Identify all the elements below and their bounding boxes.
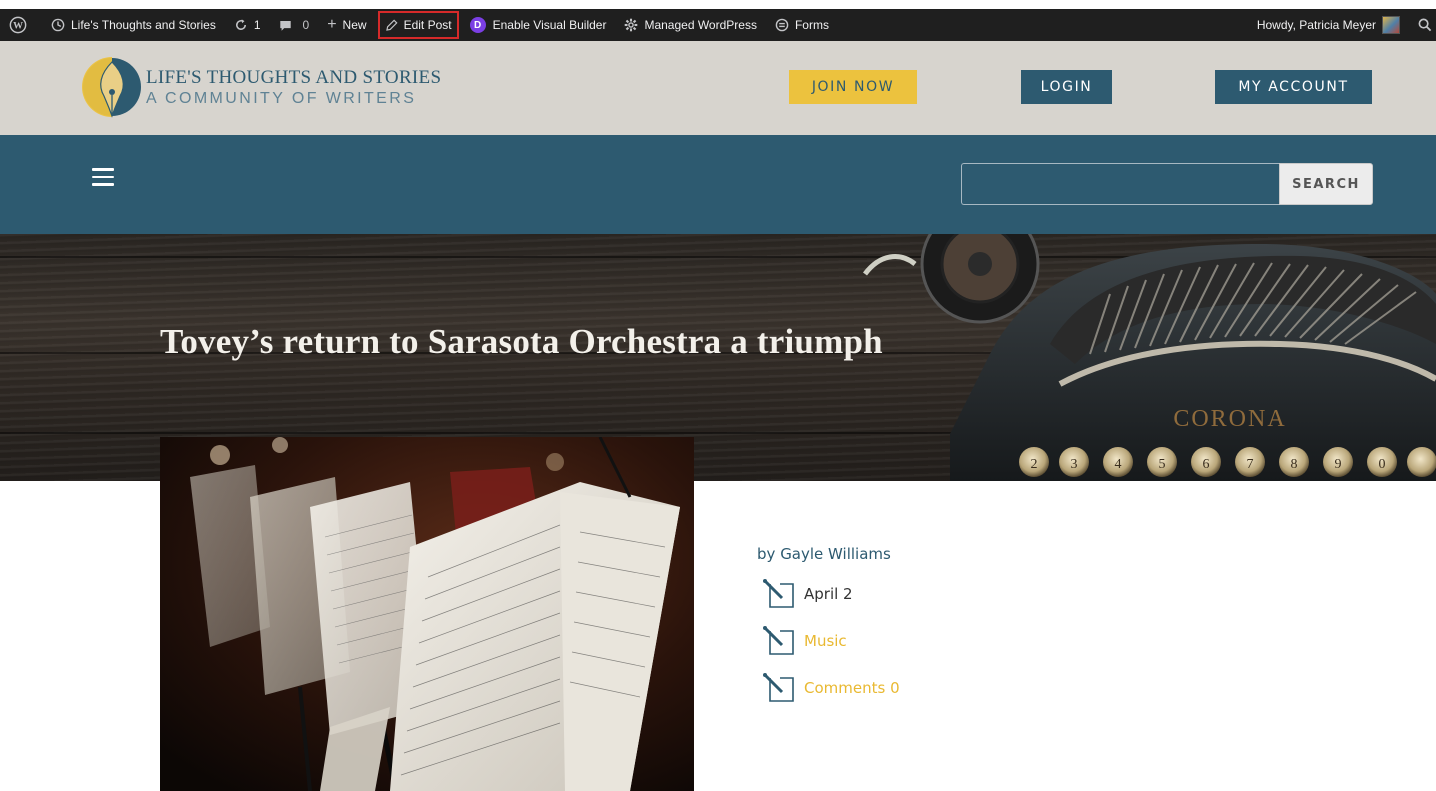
key-label: 8 [1291, 457, 1298, 472]
site-search: SEARCH [961, 163, 1373, 205]
main-nav-bar: SEARCH [0, 135, 1436, 234]
search-icon [1418, 18, 1432, 32]
edit-post-label: Edit Post [403, 18, 452, 32]
hamburger-menu-icon[interactable] [92, 168, 114, 186]
key-label: 0 [1379, 457, 1386, 472]
search-button[interactable]: SEARCH [1279, 163, 1373, 205]
new-content-menu[interactable]: + New [318, 9, 375, 41]
comment-bubble-icon [279, 19, 292, 32]
wordpress-logo-icon: W [9, 16, 27, 34]
site-header: LIFE'S THOUGHTS AND STORIES A COMMUNITY … [0, 41, 1436, 135]
plus-icon: + [327, 16, 337, 33]
key-label: 5 [1159, 457, 1166, 472]
key-label: 4 [1115, 457, 1122, 472]
author-link[interactable]: Gayle Williams [780, 545, 891, 563]
join-now-button[interactable]: JOIN NOW [789, 70, 917, 104]
login-button[interactable]: LOGIN [1021, 70, 1112, 104]
my-account-button[interactable]: MY ACCOUNT [1215, 70, 1372, 104]
key-label: 7 [1247, 457, 1254, 472]
forms-icon [775, 18, 789, 32]
site-logo[interactable]: LIFE'S THOUGHTS AND STORIES A COMMUNITY … [82, 56, 441, 118]
comments-menu[interactable]: 0 [270, 9, 319, 41]
new-label: New [342, 18, 367, 32]
wordpress-logo-menu[interactable]: W [0, 9, 42, 41]
my-account-menu[interactable]: Howdy, Patricia Meyer [1248, 9, 1409, 41]
updates-icon [234, 18, 248, 32]
key-label: 3 [1071, 457, 1078, 472]
fountain-pen-nib-logo-icon [82, 57, 141, 118]
post-meta: by Gayle Williams April 2 Music Comments… [757, 545, 900, 704]
site-name: Life's Thoughts and Stories [71, 18, 216, 32]
dashboard-icon [51, 18, 65, 32]
user-avatar [1382, 16, 1400, 34]
logo-title: LIFE'S THOUGHTS AND STORIES [146, 66, 442, 88]
category-link-music[interactable]: Music [804, 632, 847, 650]
updates-count: 1 [253, 18, 261, 32]
updates-menu[interactable]: 1 [225, 9, 270, 41]
post-date-row: April 2 [757, 578, 900, 610]
admin-search-toggle[interactable] [1409, 9, 1436, 41]
logo-tagline: A COMMUNITY OF WRITERS [146, 89, 417, 107]
managed-wordpress-label: Managed WordPress [644, 18, 757, 32]
post-category-row: Music [757, 625, 900, 657]
key-label: 9 [1335, 457, 1342, 472]
typewriter-brand: CORONA [1173, 406, 1286, 432]
howdy-label: Howdy, Patricia Meyer [1256, 18, 1376, 32]
search-input[interactable] [961, 163, 1279, 205]
wp-admin-bar: W Life's Thoughts and Stories 1 0 + New … [0, 9, 1436, 41]
gear-icon [624, 18, 638, 32]
forms-menu[interactable]: Forms [766, 9, 838, 41]
site-name-menu[interactable]: Life's Thoughts and Stories [42, 9, 225, 41]
forms-label: Forms [794, 18, 829, 32]
comments-pencil-icon [763, 673, 794, 702]
edit-post-link[interactable]: Edit Post [376, 9, 461, 41]
comments-count: 0 [302, 18, 310, 32]
divi-logo-icon: D [469, 17, 486, 33]
typewriter-image: CORONA 2 3 4 5 6 7 8 9 0 [863, 234, 1436, 481]
svg-text:W: W [13, 21, 23, 32]
calendar-pencil-icon [763, 579, 794, 608]
visual-builder-label: Enable Visual Builder [492, 18, 607, 32]
visual-builder-link[interactable]: D Enable Visual Builder [461, 9, 616, 41]
key-label: 2 [1031, 457, 1038, 472]
featured-image-music-stands [160, 437, 694, 791]
key-label: 6 [1203, 457, 1210, 472]
pencil-icon [385, 18, 398, 32]
post-title: Tovey’s return to Sarasota Orchestra a t… [160, 322, 883, 361]
post-comments-row: Comments 0 [757, 672, 900, 704]
post-date: April 2 [804, 585, 853, 603]
post-byline: by Gayle Williams [757, 545, 900, 563]
category-pencil-icon [763, 626, 794, 655]
byline-prefix: by [757, 545, 776, 563]
comments-link[interactable]: Comments 0 [804, 679, 900, 697]
managed-wordpress-menu[interactable]: Managed WordPress [615, 9, 766, 41]
